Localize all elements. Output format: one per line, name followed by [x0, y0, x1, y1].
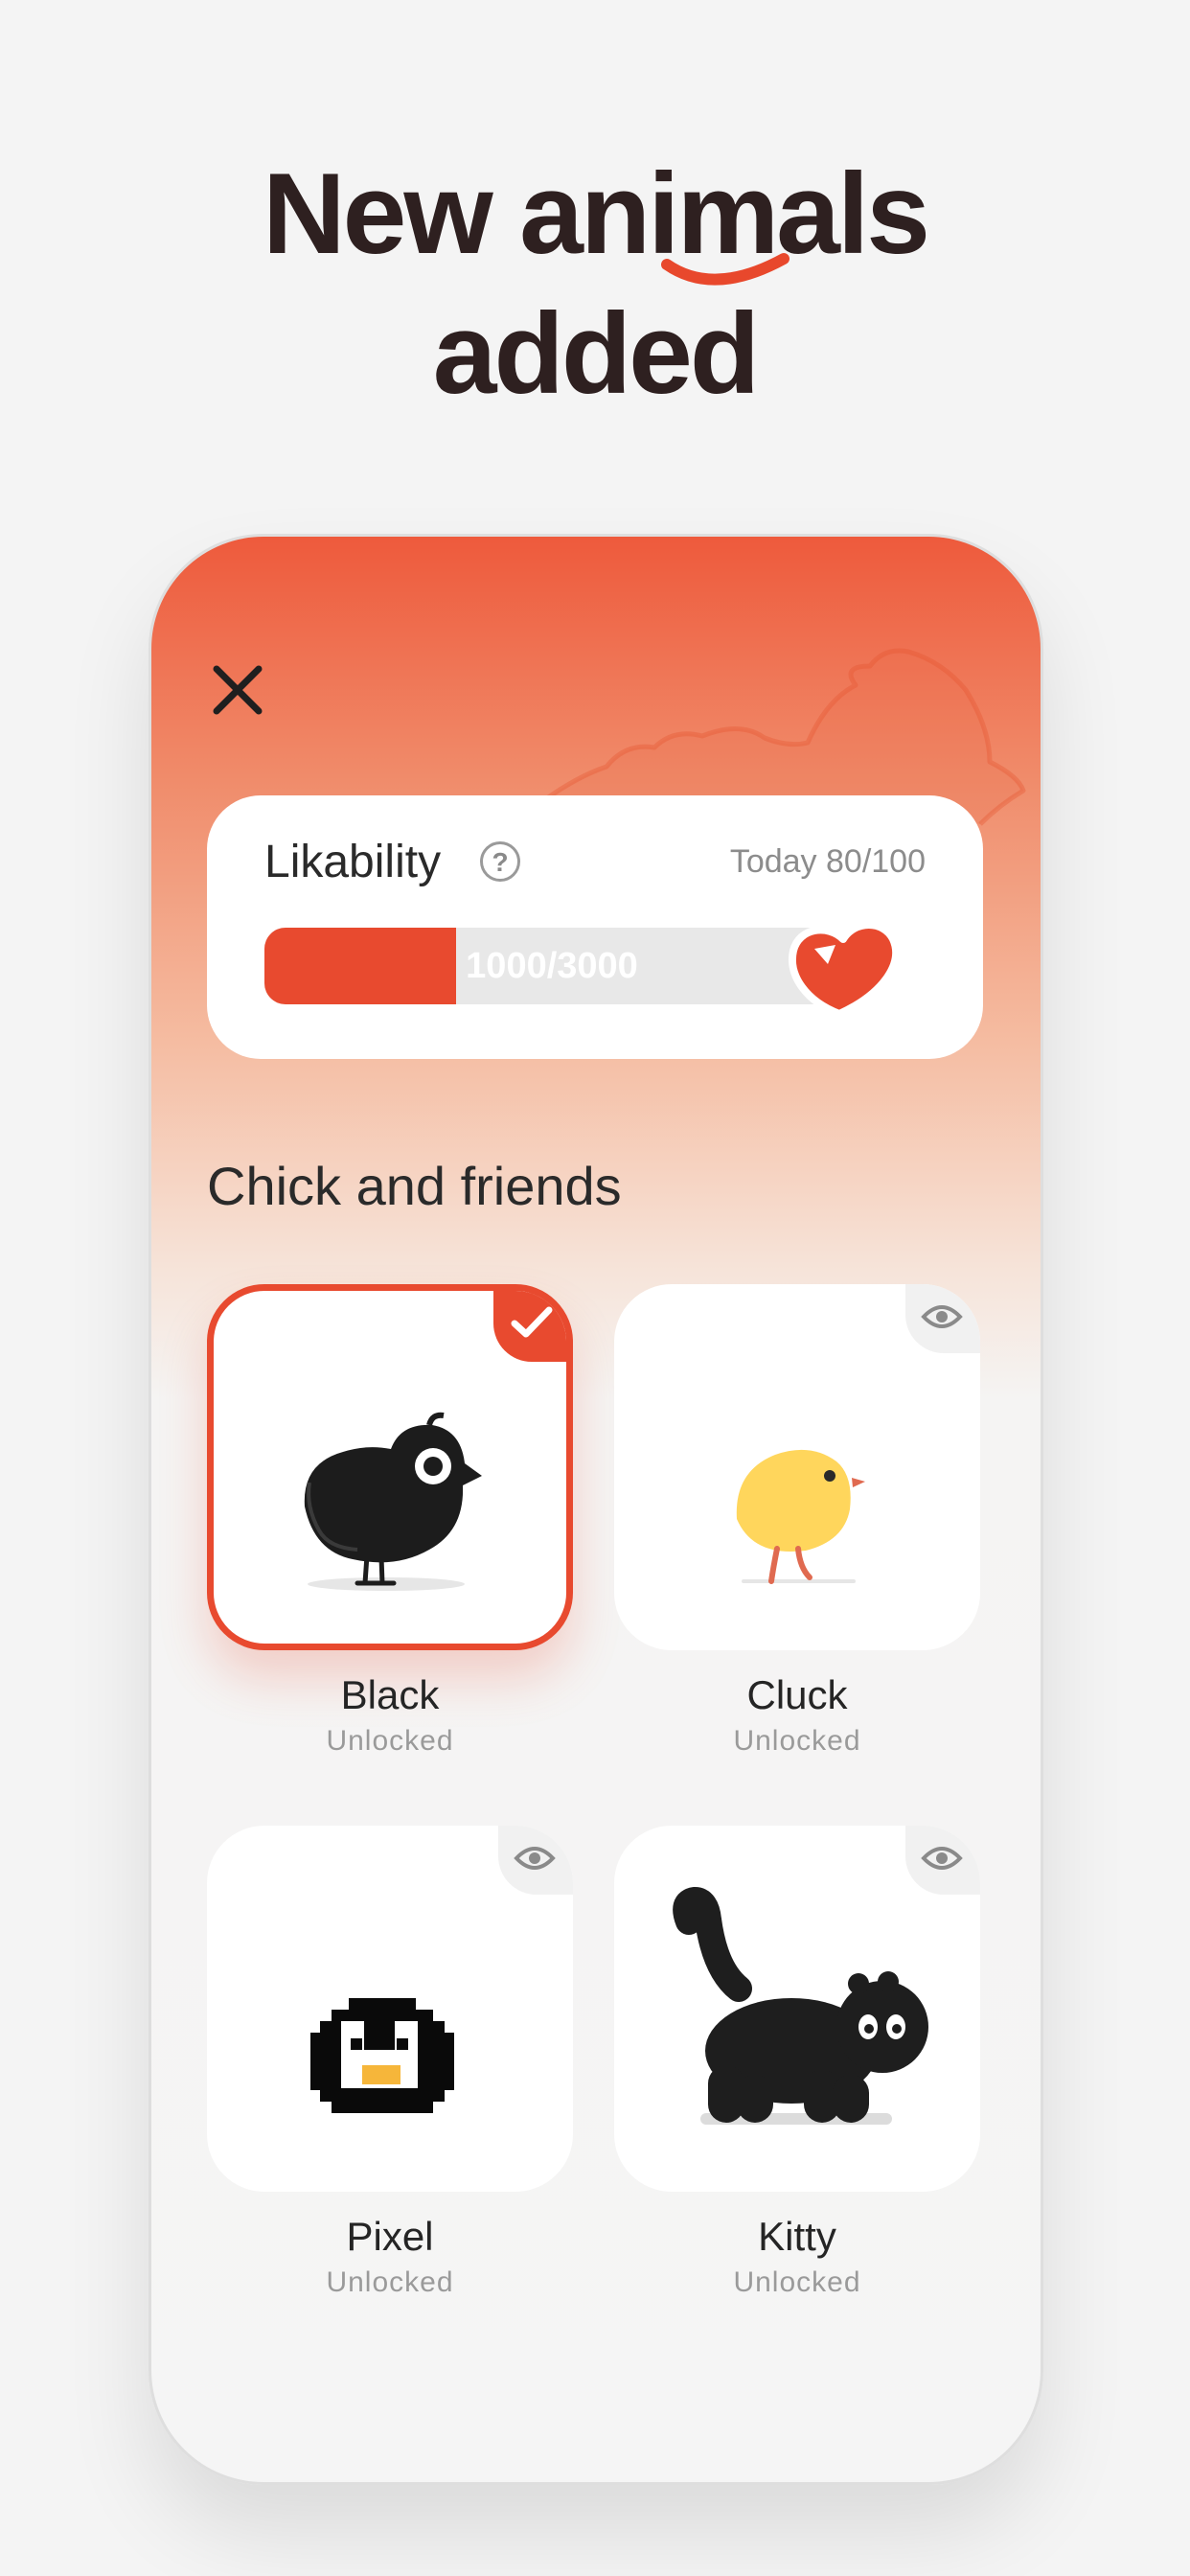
- close-icon[interactable]: [209, 661, 266, 719]
- headline-line-1: New animals: [263, 150, 930, 278]
- likability-card: Likability ? Today 80/100 1000/3000: [207, 795, 983, 1059]
- eye-icon: [921, 1847, 963, 1870]
- likability-title: Likability: [264, 837, 442, 887]
- animal-status-pixel: Unlocked: [326, 2266, 454, 2298]
- animal-status-cluck: Unlocked: [733, 1725, 861, 1757]
- animal-name-pixel: Pixel: [346, 2214, 434, 2259]
- eye-icon: [514, 1847, 556, 1870]
- phone-frame: Likability ? Today 80/100 1000/3000 Chic…: [149, 534, 1043, 2485]
- likability-progress-bar: 1000/3000: [264, 928, 839, 1004]
- animal-name-kitty: Kitty: [758, 2214, 836, 2259]
- preview-badge[interactable]: [905, 1284, 980, 1353]
- animal-status-kitty: Unlocked: [733, 2266, 861, 2298]
- animal-card-pixel[interactable]: [207, 1826, 573, 2192]
- headline: New animals added: [0, 144, 1190, 424]
- animal-name-cluck: Cluck: [746, 1672, 848, 1717]
- check-icon: [511, 1306, 553, 1338]
- progress-text: 1000/3000: [466, 946, 638, 986]
- underline-swoosh: [661, 253, 790, 286]
- eye-icon: [921, 1305, 963, 1328]
- preview-badge[interactable]: [498, 1826, 573, 1895]
- animal-card-black[interactable]: [207, 1284, 573, 1650]
- animal-name-black: Black: [340, 1672, 440, 1717]
- headline-line-2: added: [432, 289, 760, 418]
- animal-card-kitty[interactable]: [614, 1826, 980, 2192]
- heart-icon: [788, 921, 901, 1018]
- animal-status-black: Unlocked: [326, 1725, 454, 1757]
- animal-card-cluck[interactable]: [614, 1284, 980, 1650]
- question-icon[interactable]: ?: [480, 841, 520, 882]
- preview-badge[interactable]: [905, 1826, 980, 1895]
- section-title: Chick and friends: [207, 1156, 622, 1216]
- today-count: Today 80/100: [729, 843, 926, 880]
- selected-badge: [493, 1291, 566, 1362]
